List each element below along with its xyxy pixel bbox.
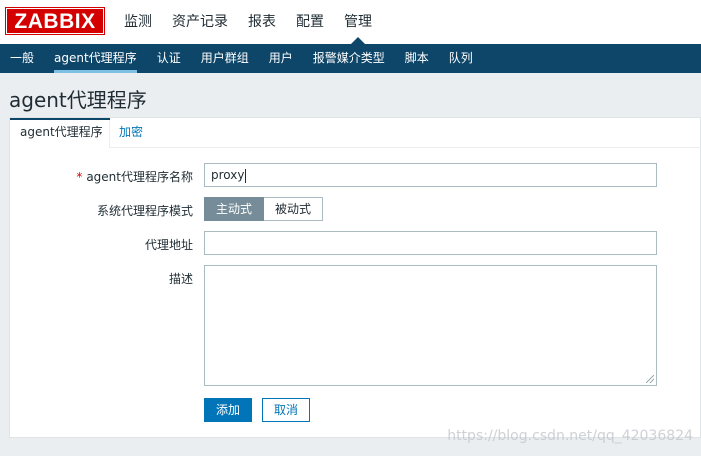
- proxy-name-label: * agent代理程序名称: [76, 168, 193, 185]
- subnav-scripts[interactable]: 脚本: [395, 44, 439, 73]
- tab-proxy[interactable]: agent代理程序: [10, 118, 110, 148]
- nav-reports[interactable]: 报表: [238, 0, 286, 44]
- subnav-general[interactable]: 一般: [0, 44, 44, 73]
- form-panel: agent代理程序 加密 * agent代理程序名称 proxy 系统代理程序模式…: [9, 117, 701, 438]
- watermark: https://blog.csdn.net/qq_42036824: [447, 428, 693, 444]
- proxy-name-input[interactable]: proxy: [204, 163, 657, 187]
- proxy-name-label-text: agent代理程序名称: [86, 170, 193, 184]
- form-tabs: agent代理程序 加密: [10, 118, 701, 148]
- text-cursor: [245, 168, 247, 183]
- subnav-queue[interactable]: 队列: [439, 44, 483, 73]
- subnav-authentication[interactable]: 认证: [147, 44, 191, 73]
- nav-administration[interactable]: 管理: [334, 0, 382, 44]
- zabbix-logo[interactable]: ZABBIX: [5, 7, 105, 35]
- nav-configuration[interactable]: 配置: [286, 0, 334, 44]
- proxy-address-input[interactable]: [204, 231, 657, 255]
- description-label: 描述: [168, 272, 193, 286]
- nav-inventory[interactable]: 资产记录: [162, 0, 238, 44]
- add-button[interactable]: 添加: [204, 398, 253, 422]
- cancel-button[interactable]: 取消: [262, 398, 311, 422]
- mode-active-option[interactable]: 主动式: [204, 197, 265, 221]
- resize-grip-icon[interactable]: [646, 375, 654, 383]
- proxy-mode-toggle: 主动式 被动式: [204, 197, 324, 221]
- proxy-mode-label: 系统代理程序模式: [96, 204, 193, 218]
- nav-monitoring[interactable]: 监测: [114, 0, 162, 44]
- description-textarea[interactable]: [204, 265, 657, 386]
- subnav-media-types[interactable]: 报警媒介类型: [303, 44, 395, 73]
- sub-nav: 一般 agent代理程序 认证 用户群组 用户 报警媒介类型 脚本 队列: [0, 44, 701, 73]
- subnav-proxies[interactable]: agent代理程序: [44, 44, 147, 73]
- proxy-name-value: proxy: [211, 168, 245, 182]
- main-nav: 监测 资产记录 报表 配置 管理: [114, 0, 382, 44]
- top-header: ZABBIX 监测 资产记录 报表 配置 管理: [0, 0, 701, 44]
- required-mark: *: [76, 170, 83, 184]
- proxy-address-label: 代理地址: [144, 238, 193, 252]
- tab-encryption[interactable]: 加密: [119, 118, 143, 148]
- mode-passive-option[interactable]: 被动式: [264, 197, 324, 221]
- page-title: agent代理程序: [9, 88, 147, 112]
- subnav-users[interactable]: 用户: [259, 44, 303, 73]
- subnav-user-groups[interactable]: 用户群组: [191, 44, 259, 73]
